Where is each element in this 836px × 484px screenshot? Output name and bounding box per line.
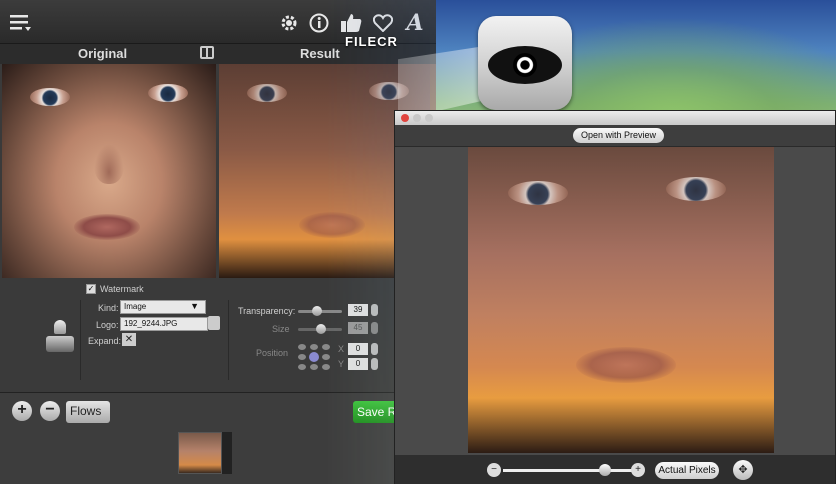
flows-popup[interactable]: Flows [66,401,110,423]
flows-label: Flows [70,404,102,418]
font-icon[interactable]: A [404,10,426,36]
preview-image [468,147,774,453]
info-icon[interactable] [308,12,330,34]
divider [80,300,81,380]
app-window: A Original Result ✓ Watermark Kind: Imag… [0,0,443,484]
chevron-down-icon: ▼ [190,301,199,311]
kind-select[interactable]: Image ▼ [120,300,206,314]
slider-knob[interactable] [316,324,326,334]
original-image [2,64,216,278]
size-slider[interactable] [298,324,342,334]
remove-button[interactable]: − [40,401,60,421]
logo-label: Logo: [96,320,119,330]
x-label: X [338,344,345,354]
expand-label: Expand: [88,336,122,346]
zoom-slider-knob[interactable] [599,464,611,476]
logo-field[interactable]: 192_9244.JPG [120,317,208,331]
y-stepper[interactable] [371,358,378,370]
divider [228,300,229,380]
transparency-value[interactable]: 39 [348,304,368,316]
open-with-preview-button[interactable]: Open with Preview [573,128,664,143]
stamp-icon [46,320,74,354]
position-grid[interactable] [298,344,332,370]
watermark-label: Watermark [100,284,144,294]
transparency-slider[interactable] [298,306,342,316]
zoom-in-icon[interactable]: + [631,463,645,477]
minimize-button[interactable] [413,114,421,122]
preview-window: Open with Preview − + Actual Pixels ✥ [394,110,836,484]
x-stepper[interactable] [371,343,378,355]
watermark-checkbox[interactable]: ✓ [86,284,96,294]
transparency-stepper[interactable] [371,304,378,316]
fullscreen-icon[interactable]: ✥ [733,460,753,480]
kind-value: Image [124,302,147,311]
size-label: Size [272,324,290,334]
folder-icon[interactable] [208,316,220,330]
thumbnail-badge [222,432,232,474]
close-button[interactable] [401,114,409,122]
result-header: Result [300,46,340,61]
add-button[interactable]: + [12,401,32,421]
zoom-out-icon[interactable]: − [487,463,501,477]
zoom-button[interactable] [425,114,433,122]
list-icon[interactable] [10,12,32,34]
logo-value: 192_9244.JPG [124,319,178,328]
watermark-text: FILECR [345,34,398,49]
y-value[interactable]: 0 [348,358,368,370]
size-stepper[interactable] [371,322,378,334]
flow-thumbnail[interactable] [178,432,222,474]
kind-label: Kind: [98,303,119,313]
zoom-slider[interactable] [503,469,639,472]
preview-titlebar [395,111,835,125]
gear-icon[interactable] [278,12,300,34]
actual-pixels-button[interactable]: Actual Pixels [655,462,719,479]
original-header: Original [78,46,128,61]
position-label: Position [256,348,289,358]
thumbs-up-icon[interactable] [340,12,362,34]
y-label: Y [338,359,345,369]
heart-icon[interactable] [372,12,394,34]
size-value[interactable]: 45 [348,322,368,334]
x-value[interactable]: 0 [348,343,368,355]
preview-header: Open with Preview [395,125,835,147]
slider-knob[interactable] [312,306,322,316]
transparency-label: Transparency: [238,306,296,316]
split-view-icon[interactable] [200,46,214,59]
eye-icon [478,16,572,110]
expand-icon[interactable]: ✕ [122,333,136,346]
preview-bottom-bar: − + Actual Pixels ✥ [395,455,835,484]
